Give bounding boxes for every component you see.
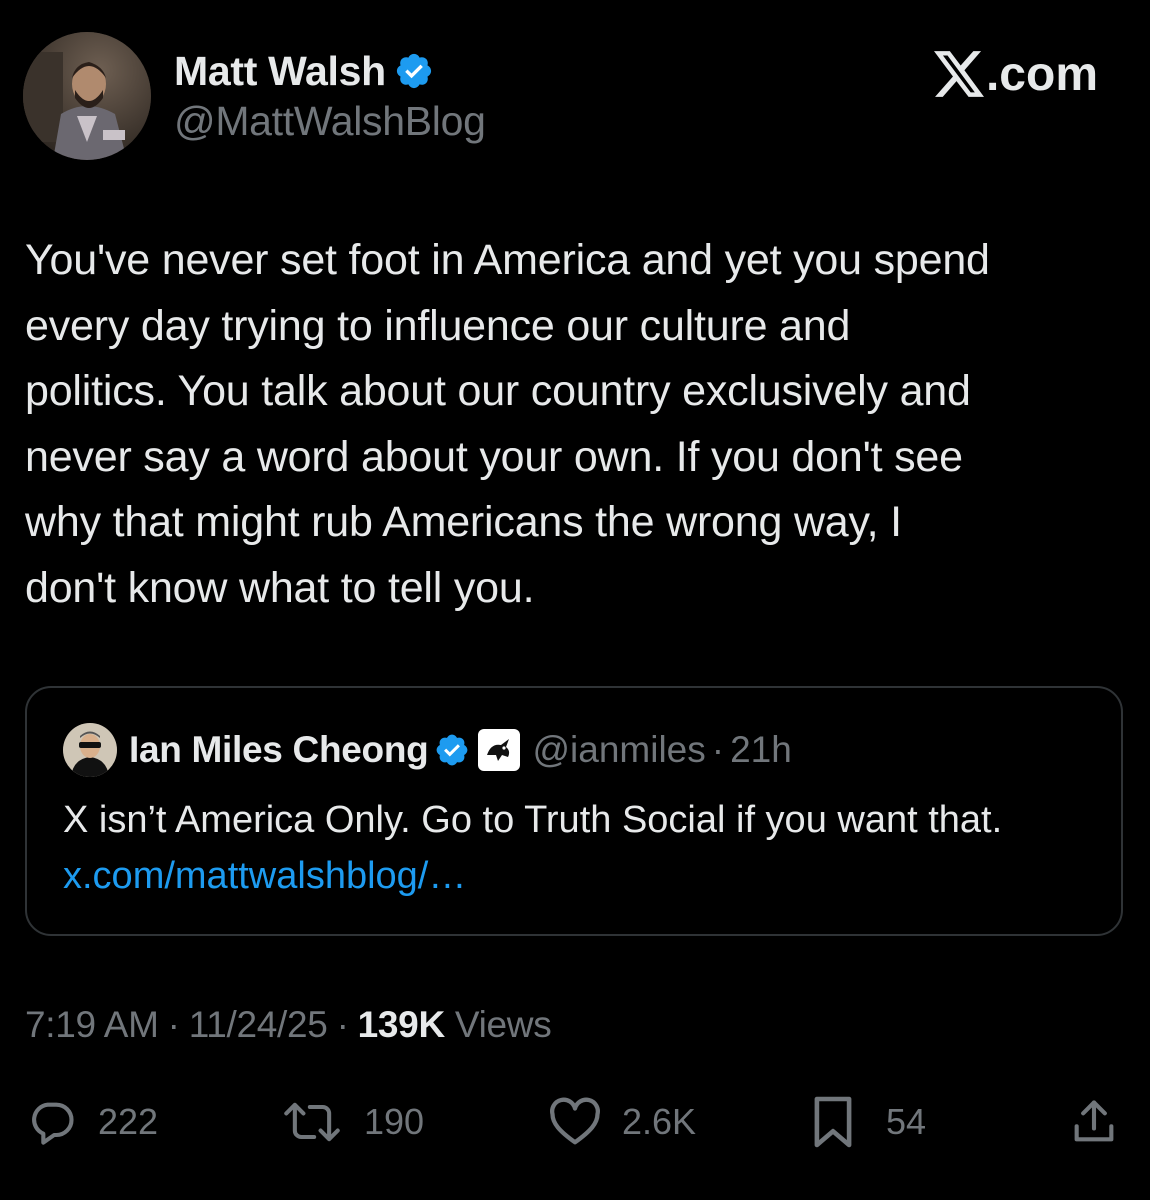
views-count[interactable]: 139K bbox=[358, 1004, 446, 1046]
quoted-author-avatar[interactable] bbox=[63, 723, 117, 777]
heart-icon bbox=[550, 1097, 600, 1145]
author-display-name[interactable]: Matt Walsh bbox=[174, 48, 386, 95]
tweet-date[interactable]: 11/24/25 bbox=[189, 1004, 328, 1046]
quoted-tweet-body: X isn’t America Only. Go to Truth Social… bbox=[63, 799, 1003, 841]
brand-logo: .com bbox=[933, 44, 1098, 104]
like-count: 2.6K bbox=[622, 1101, 697, 1142]
tweet-meta: 7:19 AM · 11/24/25 · 139K Views bbox=[25, 1004, 552, 1046]
share-icon bbox=[1074, 1100, 1114, 1142]
quoted-tweet-time[interactable]: 21h bbox=[730, 729, 792, 771]
bookmark-count: 54 bbox=[886, 1101, 927, 1142]
x-logo-icon bbox=[933, 51, 984, 97]
like-button[interactable]: 2.6K bbox=[548, 1090, 696, 1154]
quoted-tweet-text: X isn’t America Only. Go to Truth Social… bbox=[63, 792, 1083, 904]
quoted-verified-badge-icon bbox=[437, 734, 468, 766]
bookmark-icon bbox=[814, 1096, 852, 1148]
author-name-row: Matt Walsh bbox=[174, 44, 434, 98]
reply-icon bbox=[32, 1102, 74, 1145]
tweet-actions: 222 190 2.6K 54 bbox=[0, 1090, 1150, 1154]
reply-button[interactable]: 222 bbox=[26, 1090, 158, 1154]
quoted-author-name[interactable]: Ian Miles Cheong bbox=[129, 729, 429, 771]
quoted-tweet-header: Ian Miles Cheong @ianmiles · 21h bbox=[63, 723, 792, 777]
share-button[interactable] bbox=[1068, 1090, 1120, 1154]
separator-dot: · bbox=[711, 729, 725, 770]
tweet-time[interactable]: 7:19 AM bbox=[25, 1004, 159, 1046]
bookmark-button[interactable]: 54 bbox=[810, 1090, 926, 1154]
repost-count: 190 bbox=[364, 1101, 425, 1142]
affiliate-badge-icon[interactable] bbox=[478, 729, 521, 771]
separator-dot: · bbox=[336, 1004, 349, 1045]
quoted-tweet-link[interactable]: x.com/mattwalshblog/… bbox=[63, 855, 466, 897]
repost-icon bbox=[284, 1102, 340, 1142]
views-label: Views bbox=[454, 1004, 552, 1045]
author-handle[interactable]: @MattWalshBlog bbox=[174, 98, 486, 145]
tweet-text: You've never set foot in America and yet… bbox=[25, 236, 990, 612]
quoted-tweet[interactable]: Ian Miles Cheong @ianmiles · 21h X isn’t… bbox=[25, 686, 1123, 936]
quoted-author-handle[interactable]: @ianmiles bbox=[532, 729, 705, 771]
reply-count: 222 bbox=[98, 1101, 159, 1142]
repost-button[interactable]: 190 bbox=[282, 1090, 424, 1154]
verified-badge-icon bbox=[396, 53, 431, 89]
separator-dot: · bbox=[167, 1004, 180, 1045]
author-avatar[interactable] bbox=[23, 32, 151, 160]
brand-suffix: .com bbox=[985, 47, 1098, 101]
